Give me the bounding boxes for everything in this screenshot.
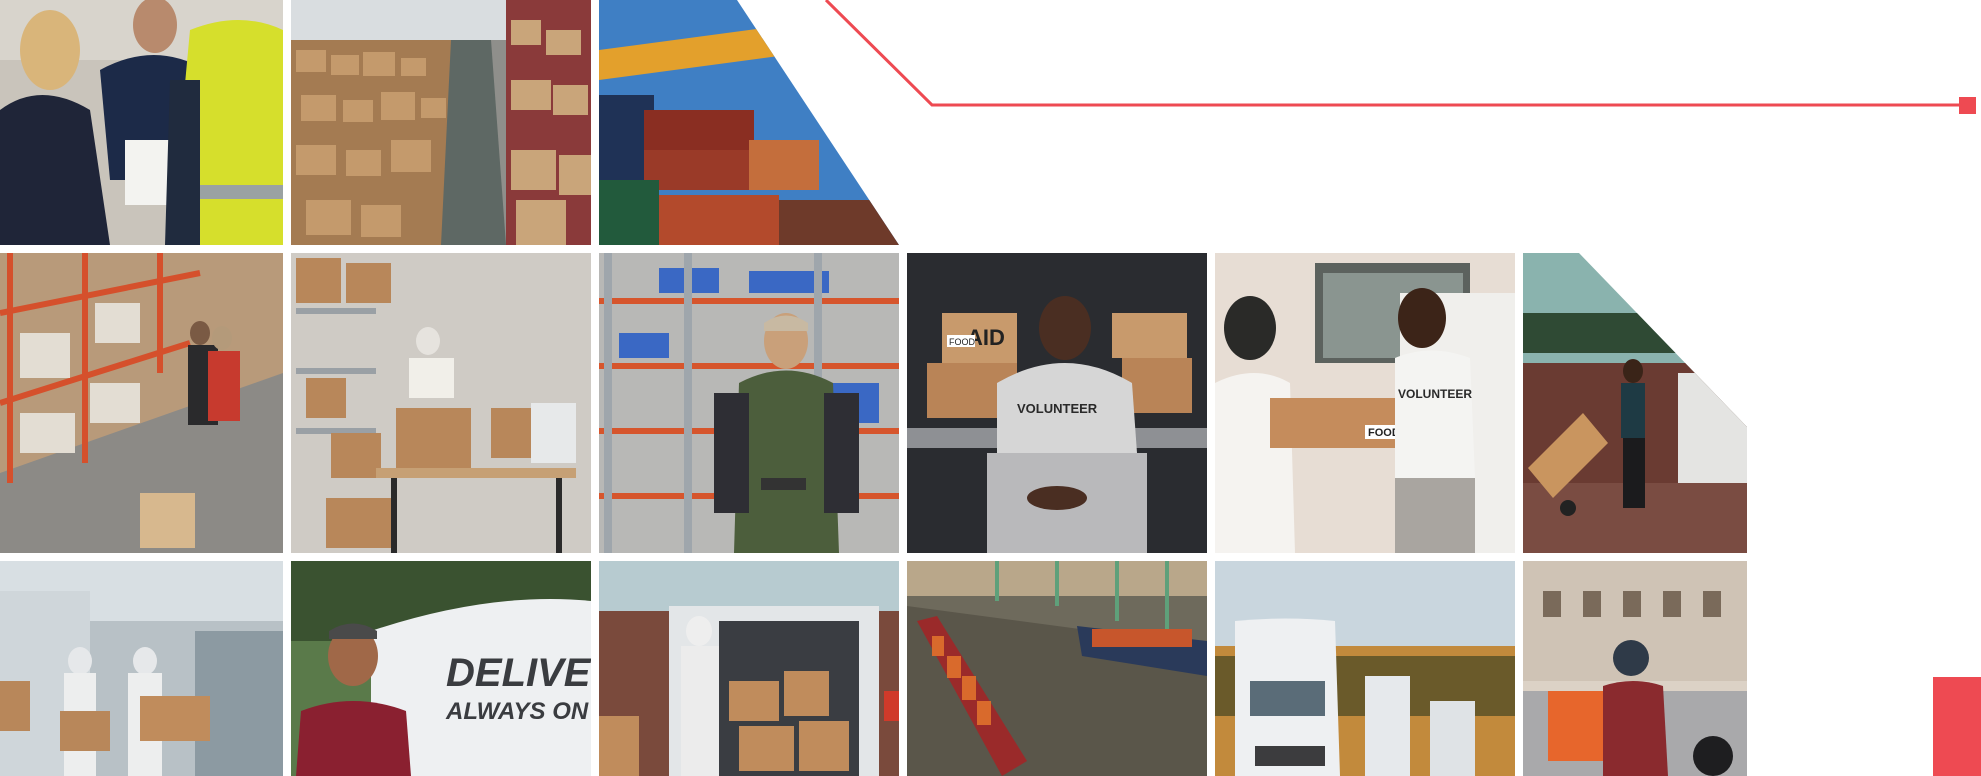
photo-worker-loading-van (599, 561, 899, 776)
accent-block (1933, 677, 1981, 776)
shirt-text-volunteer-2: VOLUNTEER (1398, 387, 1472, 401)
photo-volunteer-in-van: AID FOOD VOLUNTEER (907, 253, 1207, 553)
photo-delivery-driver: DELIVER ALWAYS ON TI (291, 561, 591, 776)
photo-volunteers-handing-box: FOOD VOLUNTEER (1215, 253, 1515, 553)
photo-packing-boxes (291, 253, 591, 553)
photo-worker-at-shelves (0, 253, 283, 553)
photo-workers-loading-van (0, 561, 283, 776)
photo-container-ships-port (907, 561, 1207, 776)
van-text-line-2: ALWAYS ON TI (445, 698, 591, 725)
photo-office-staff (0, 0, 283, 245)
box-label-food: FOOD (949, 337, 975, 347)
photo-warehouse-aisle (291, 0, 591, 245)
shirt-text-volunteer-1: VOLUNTEER (1017, 401, 1098, 416)
photo-white-trucks (1215, 561, 1515, 776)
photo-shipping-containers (599, 0, 899, 245)
photo-courier-hand-truck (1523, 253, 1747, 553)
photo-worker-with-tablet (599, 253, 899, 553)
photo-scooter-courier (1523, 561, 1747, 776)
accent-square (1959, 97, 1976, 114)
van-text-line-1: DELIVER (446, 651, 591, 695)
